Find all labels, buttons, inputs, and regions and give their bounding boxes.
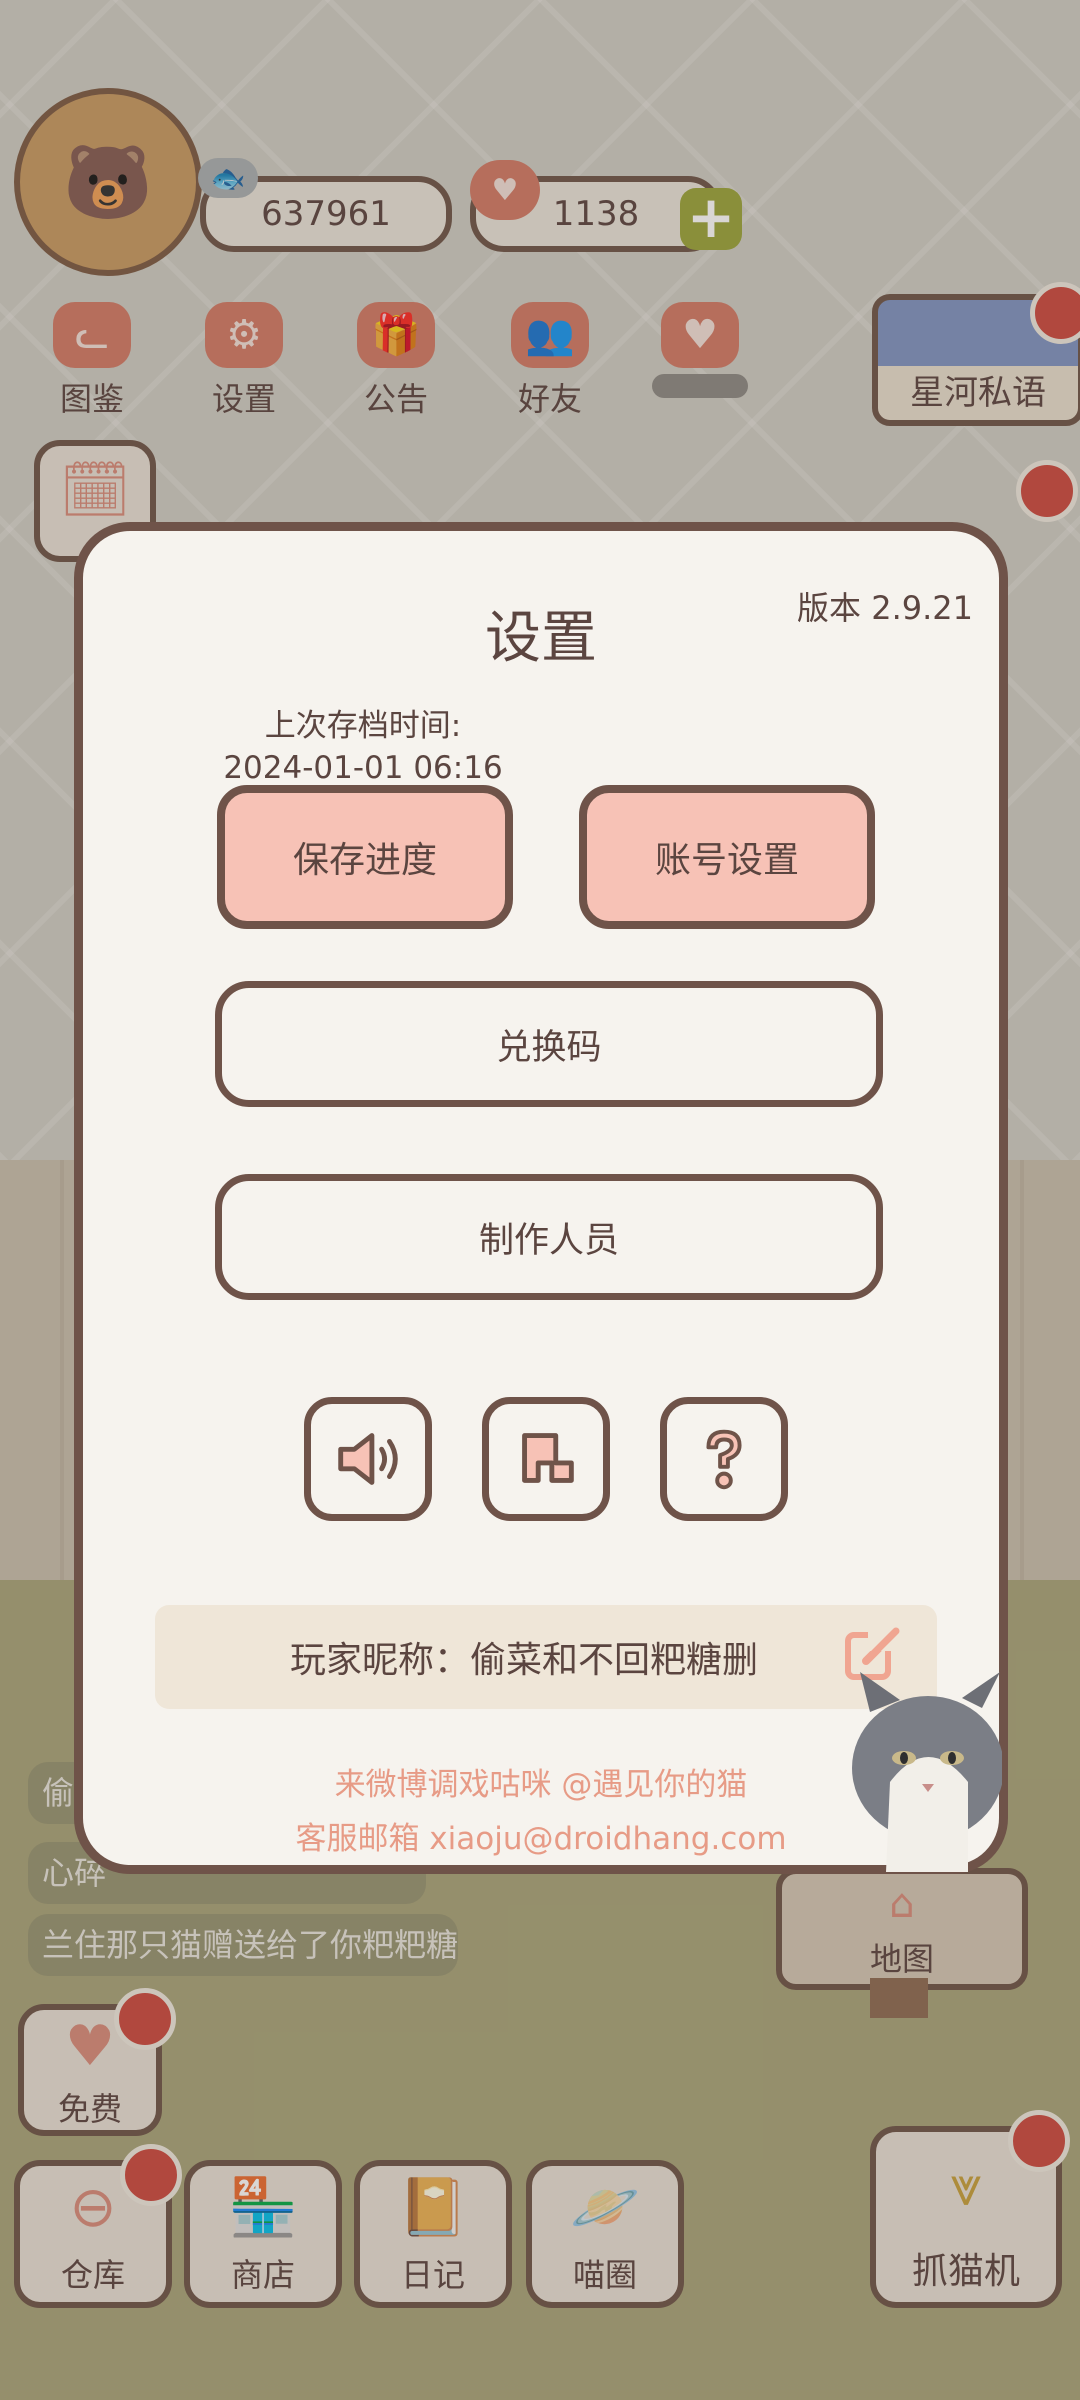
- music-toggle-button[interactable]: [482, 1397, 610, 1521]
- last-save-info: 上次存档时间: 2024-01-01 06:16: [218, 705, 508, 789]
- save-progress-label: 保存进度: [292, 840, 437, 881]
- nickname-text: 玩家昵称：偷菜和不回粑糖删: [290, 1631, 758, 1683]
- nickname-label: 玩家昵称：: [289, 1640, 470, 1681]
- account-settings-button[interactable]: 账号设置: [579, 785, 875, 929]
- music-icon: [522, 1433, 574, 1483]
- credits-label: 制作人员: [478, 1220, 619, 1261]
- question-icon: [706, 1429, 742, 1490]
- grey-cat-icon: [852, 1672, 1002, 1872]
- nickname-bar: 玩家昵称：偷菜和不回粑糖删: [155, 1605, 937, 1709]
- cat-photo: [850, 1672, 1002, 1872]
- speaker-icon: [338, 1433, 398, 1485]
- nickname-value: 偷菜和不回粑糖删: [470, 1640, 759, 1681]
- save-progress-button[interactable]: 保存进度: [217, 785, 513, 929]
- redeem-code-label: 兑换码: [496, 1027, 602, 1068]
- version-label: 版本 2.9.21: [797, 589, 973, 627]
- last-save-time: 2024-01-01 06:16: [223, 750, 503, 786]
- redeem-code-button[interactable]: 兑换码: [215, 981, 883, 1107]
- credits-button[interactable]: 制作人员: [215, 1174, 883, 1300]
- sound-toggle-button[interactable]: [304, 1397, 432, 1521]
- help-button[interactable]: [660, 1397, 788, 1521]
- account-settings-label: 账号设置: [654, 840, 799, 881]
- last-save-label: 上次存档时间:: [264, 708, 462, 744]
